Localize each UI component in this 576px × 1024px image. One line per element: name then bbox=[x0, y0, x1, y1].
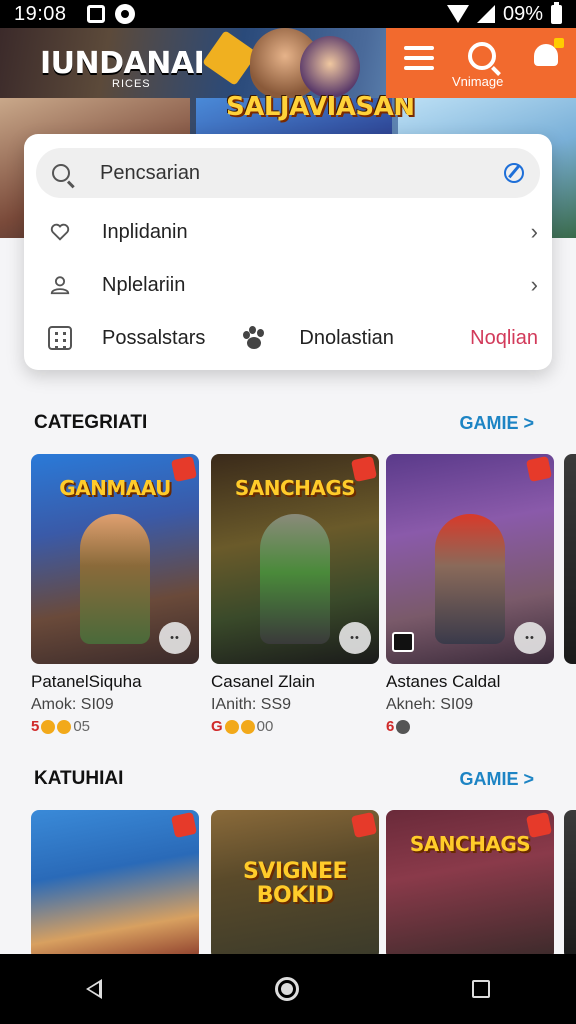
stat-number: 6 bbox=[386, 718, 395, 735]
character-art bbox=[435, 514, 505, 644]
user-avatar-icon bbox=[396, 719, 411, 734]
menu-bottom-row: Possalstars Dnolastian Noqlian bbox=[48, 320, 538, 356]
section-header-categriati: CATEGRIATI GAMIE > bbox=[34, 408, 534, 438]
section-header-katuhiai: KATUHIAI GAMIE > bbox=[34, 764, 534, 794]
thumbnail-title: SANCHAGS bbox=[234, 476, 356, 500]
hot-badge-icon bbox=[525, 455, 553, 483]
game-thumbnail: SVIGNEE BOKID bbox=[211, 810, 379, 960]
menu-item-inplidanin[interactable]: Inplidanin › bbox=[48, 212, 538, 252]
heart-icon bbox=[48, 220, 72, 244]
game-card-partial[interactable] bbox=[564, 810, 576, 960]
recent-apps-icon[interactable] bbox=[471, 980, 490, 998]
status-time: 19:08 bbox=[14, 2, 67, 25]
game-stats: 5 05 bbox=[31, 718, 199, 735]
battery-percent: 09% bbox=[502, 2, 543, 25]
character-art-2 bbox=[300, 36, 360, 98]
search-icon bbox=[52, 164, 70, 182]
paw-icon[interactable] bbox=[241, 325, 267, 351]
home-icon[interactable] bbox=[274, 977, 299, 1001]
search-bar[interactable]: Pencsarian bbox=[36, 148, 540, 198]
game-stats: G 00 bbox=[211, 718, 379, 735]
character-art bbox=[260, 514, 330, 644]
game-thumbnail: GANMAAU •• bbox=[31, 454, 199, 664]
section-title: KATUHIAI bbox=[34, 768, 124, 789]
game-card[interactable]: SANCHAGS •• Casanel Zlain IAnith: SS9 G … bbox=[211, 454, 379, 735]
battery-icon bbox=[551, 1, 562, 24]
game-title: PatanelSiquha bbox=[31, 672, 142, 691]
menu-item-dnolastian[interactable]: Dnolastian bbox=[299, 327, 394, 350]
coin-icon bbox=[240, 719, 255, 734]
hot-badge-icon bbox=[170, 811, 198, 839]
game-meta: IAnith: SS9 bbox=[211, 696, 292, 713]
menu-item-noqlian[interactable]: Noqlian bbox=[470, 327, 538, 350]
game-card[interactable]: SANCHAGS bbox=[386, 810, 554, 960]
stat-count: 05 bbox=[73, 718, 91, 735]
game-card-partial[interactable] bbox=[564, 454, 576, 664]
section-title: CATEGRIATI bbox=[34, 412, 148, 433]
thumbnail-title: SVIGNEE BOKID bbox=[242, 859, 348, 908]
see-more-link[interactable]: GAMIE > bbox=[459, 413, 534, 434]
game-thumbnail: SANCHAGS •• bbox=[211, 454, 379, 664]
chevron-right-icon: › bbox=[530, 272, 538, 297]
game-stats: 6 bbox=[386, 718, 554, 735]
app-logo[interactable]: IUNDANAI bbox=[40, 46, 205, 81]
wifi-icon bbox=[446, 5, 469, 23]
game-meta: Amok: SI09 bbox=[31, 696, 114, 713]
menu-item-nplelariin[interactable]: Nplelariin › bbox=[48, 265, 538, 305]
thumbnail-title: GANMAAU bbox=[59, 476, 171, 500]
menu-item-label: Inplidanin bbox=[102, 220, 188, 243]
video-icon bbox=[392, 632, 414, 652]
search-icon[interactable] bbox=[468, 42, 496, 70]
menu-item-label: Nplelariin bbox=[102, 273, 186, 296]
back-icon[interactable] bbox=[86, 979, 103, 999]
game-meta: Akneh: SI09 bbox=[386, 696, 474, 713]
status-bar: 19:08 09% bbox=[0, 0, 576, 28]
search-action-label[interactable]: Vnimage bbox=[452, 74, 503, 89]
coin-icon bbox=[41, 719, 56, 734]
game-card[interactable] bbox=[31, 810, 199, 960]
hot-badge-icon bbox=[350, 455, 378, 483]
game-thumbnail: SANCHAGS bbox=[386, 810, 554, 960]
coin-icon bbox=[57, 719, 72, 734]
system-nav-bar bbox=[0, 954, 576, 1024]
game-title: Astanes Caldal bbox=[386, 672, 501, 691]
search-input[interactable]: Pencsarian bbox=[100, 162, 200, 185]
app-logo-subtitle: RICES bbox=[112, 78, 151, 90]
game-card[interactable]: SVIGNEE BOKID bbox=[211, 810, 379, 960]
game-card[interactable]: GANMAAU •• PatanelSiquha Amok: SI09 5 05 bbox=[31, 454, 199, 735]
hot-badge-icon bbox=[170, 455, 198, 483]
hot-badge-icon bbox=[525, 811, 553, 839]
signal-icon bbox=[476, 5, 495, 23]
hamburger-menu-icon[interactable] bbox=[404, 46, 434, 70]
character-art bbox=[80, 514, 150, 644]
edit-icon[interactable] bbox=[504, 163, 524, 183]
game-card[interactable]: •• Astanes Caldal Akneh: SI09 6 bbox=[386, 454, 554, 735]
more-options-icon[interactable]: •• bbox=[514, 622, 546, 654]
app-screen: 19:08 09% IUNDANAI RICES SALJAVIASAN Vni… bbox=[0, 0, 576, 1024]
thumbnail-title: SANCHAGS bbox=[409, 832, 531, 856]
more-options-icon[interactable]: •• bbox=[159, 622, 191, 654]
hot-badge-icon bbox=[350, 811, 378, 839]
stat-number: G bbox=[211, 718, 223, 735]
notification-bell-icon[interactable] bbox=[534, 38, 564, 66]
more-options-icon[interactable]: •• bbox=[339, 622, 371, 654]
chevron-right-icon: › bbox=[530, 219, 538, 244]
stat-count: 00 bbox=[256, 718, 274, 735]
stat-number: 5 bbox=[31, 718, 40, 735]
user-icon bbox=[48, 273, 72, 297]
see-more-link[interactable]: GAMIE > bbox=[459, 769, 534, 790]
settings-notification-icon bbox=[114, 4, 135, 24]
game-thumbnail: •• bbox=[386, 454, 554, 664]
menu-item-possalstars[interactable]: Possalstars bbox=[102, 327, 205, 350]
dropdown-menu: Pencsarian Inplidanin › Nplelariin › Pos… bbox=[24, 134, 552, 370]
grid-icon[interactable] bbox=[48, 326, 72, 350]
coin-icon bbox=[224, 719, 239, 734]
game-thumbnail bbox=[31, 810, 199, 960]
notification-square-icon bbox=[86, 5, 105, 23]
game-title: Casanel Zlain bbox=[211, 672, 315, 691]
